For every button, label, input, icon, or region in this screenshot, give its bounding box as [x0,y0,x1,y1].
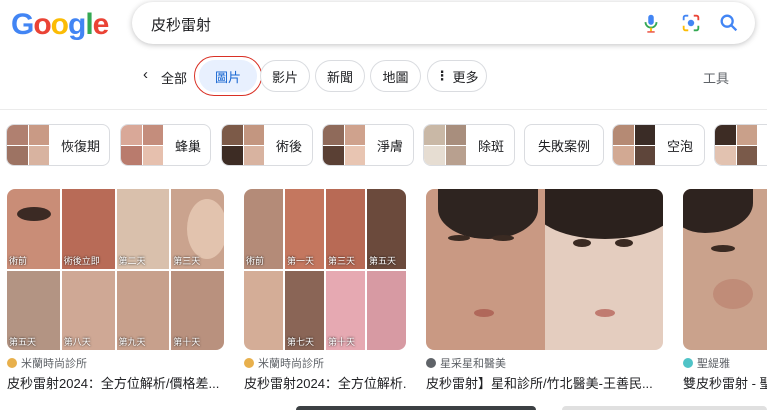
next-row-image[interactable] [296,406,536,410]
related-chip[interactable]: 術後 [221,124,313,166]
globe-icon [426,358,436,368]
result-image[interactable] [426,189,663,350]
tab-images[interactable]: 圖片 [199,60,257,92]
search-tabs: ‹ 全部 圖片 影片 新聞 地圖 ⋮ 更多 工具 [0,56,767,96]
related-thumbnail [715,125,757,165]
tab-videos[interactable]: 影片 [260,60,310,92]
result-image[interactable]: 術前 第一天 第三天 第五天 第七天 第十天 [244,189,406,350]
related-thumbnail [7,125,49,165]
tools-button[interactable]: 工具 [703,68,729,87]
search-icon[interactable] [718,12,740,34]
tab-all[interactable]: 全部 [161,68,187,87]
result-source[interactable]: 米蘭時尚診所 [7,355,87,371]
result-image[interactable] [683,189,767,350]
related-chip[interactable]: 除斑 [423,124,515,166]
related-thumbnail [222,125,264,165]
site-favicon-icon [7,358,17,368]
related-thumbnail [424,125,466,165]
next-row-image[interactable] [562,406,767,410]
result-title[interactable]: 皮秒雷射2024：全方位解析/價格差... [7,373,224,392]
site-favicon-icon [683,358,693,368]
related-chip[interactable]: 失敗案例 [524,124,604,166]
related-chip[interactable] [714,124,767,166]
result-source[interactable]: 星采星和醫美 [426,355,506,371]
site-favicon-icon [244,358,254,368]
result-title[interactable]: 皮秒雷射2024：全方位解析... [244,373,406,392]
related-chip[interactable]: 恢復期 [6,124,110,166]
related-chip[interactable]: 空泡 [612,124,705,166]
tab-news[interactable]: 新聞 [315,60,365,92]
microphone-icon[interactable] [640,12,662,34]
search-input[interactable]: 皮秒雷射 [151,14,211,35]
more-vert-icon: ⋮ [435,68,449,83]
tab-maps[interactable]: 地圖 [370,60,421,92]
divider [0,109,767,110]
result-source[interactable]: 聖緹雅 [683,355,730,371]
search-box[interactable]: 皮秒雷射 [132,2,755,44]
related-thumbnail [613,125,655,165]
related-thumbnail [323,125,365,165]
back-chevron-icon[interactable]: ‹ [143,66,148,83]
result-source[interactable]: 米蘭時尚診所 [244,355,324,371]
google-logo[interactable]: Google [11,8,109,42]
result-image[interactable]: 術前 術後立即 第二天 第三天 第五天 第八天 第九天 第十天 [7,189,224,350]
related-chip[interactable]: 淨膚 [322,124,414,166]
result-title[interactable]: 雙皮秒雷射 - 聖 [683,373,767,392]
related-chip[interactable]: 蜂巢 [120,124,211,166]
related-thumbnail [121,125,163,165]
tab-more[interactable]: ⋮ 更多 [427,60,487,92]
camera-lens-icon[interactable] [680,12,702,34]
result-title[interactable]: 皮秒雷射】星和診所/竹北醫美-王善民... [426,373,663,392]
